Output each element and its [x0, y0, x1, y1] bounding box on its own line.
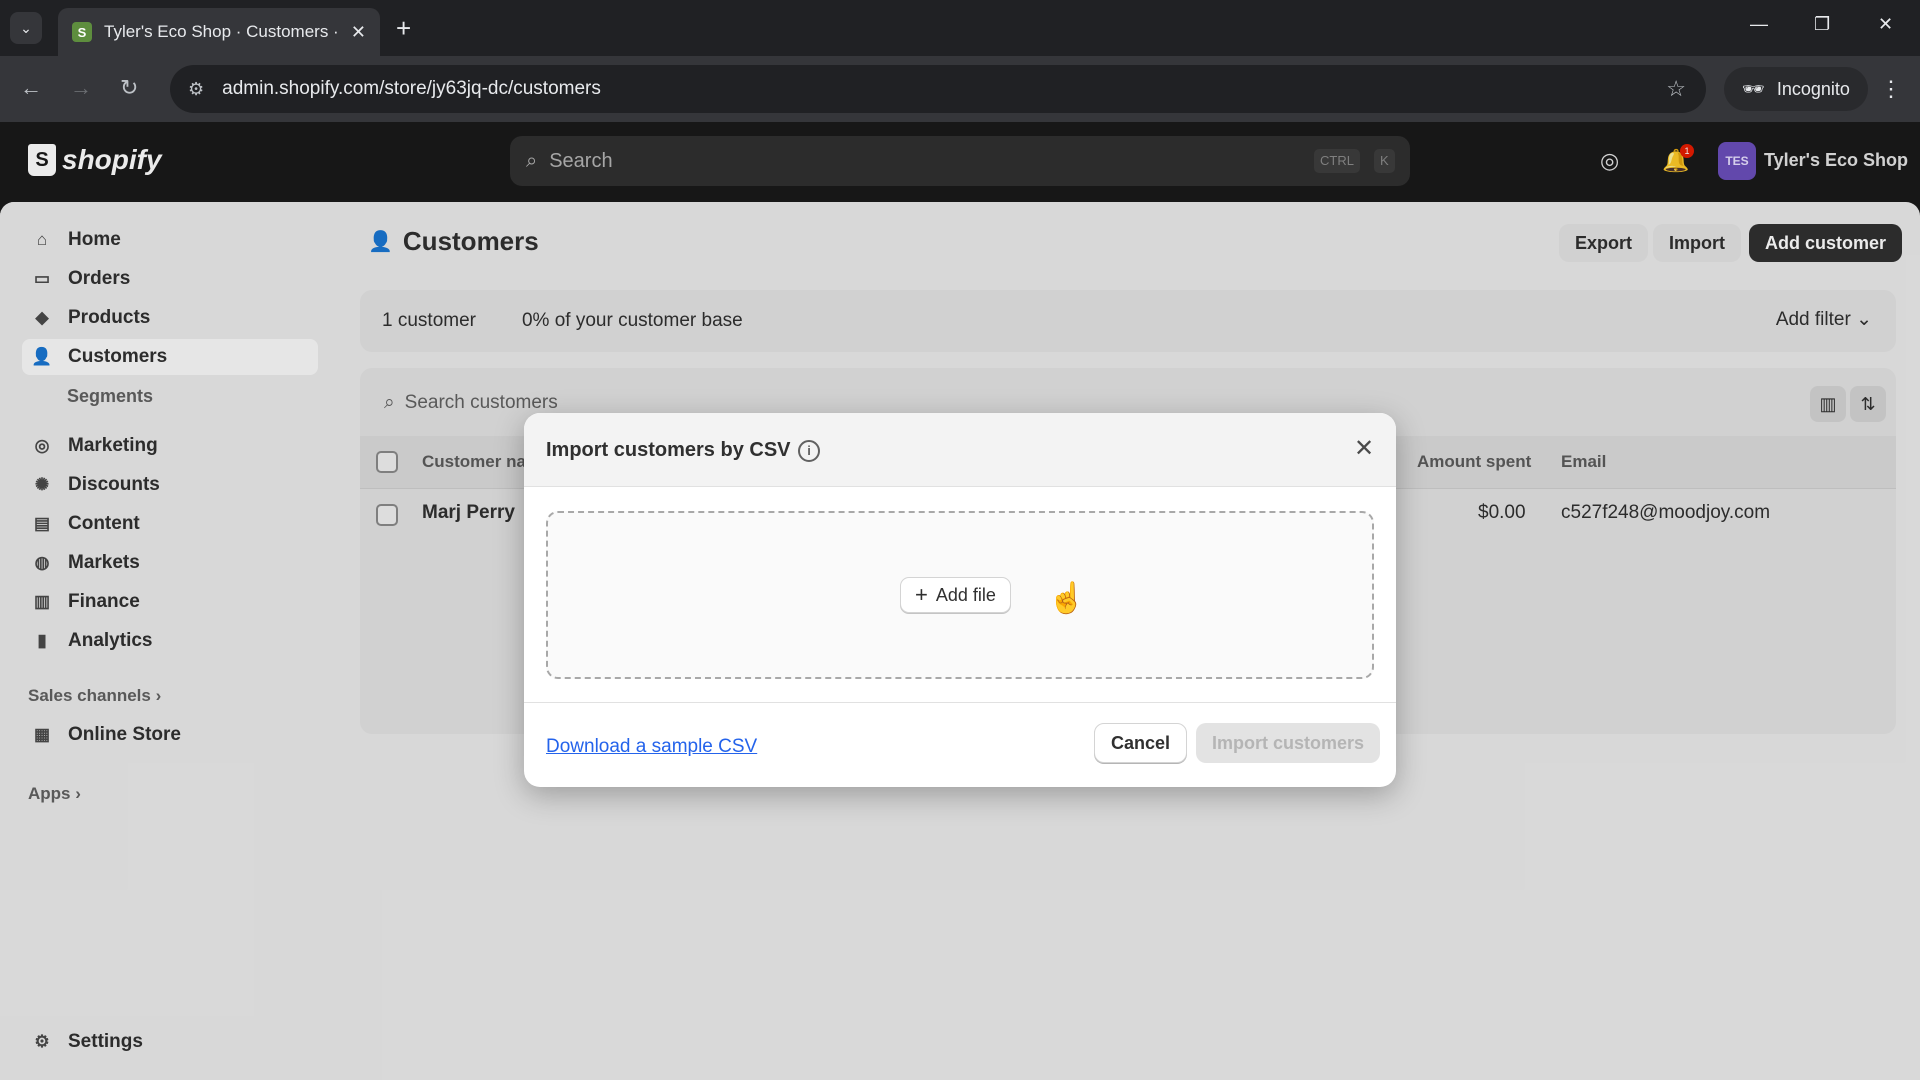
hand-cursor-icon: ☝	[1048, 582, 1086, 615]
site-settings-icon[interactable]: ⚙	[188, 79, 204, 100]
tab-list-button[interactable]: ⌄	[10, 12, 42, 44]
shopify-favicon-icon: S	[72, 22, 92, 42]
modal-header: Import customers by CSV i ✕	[524, 413, 1396, 487]
browser-tab[interactable]: S Tyler's Eco Shop · Customers · S ✕	[58, 8, 380, 56]
add-file-label: Add file	[935, 584, 996, 605]
incognito-badge[interactable]: 🕶 Incognito	[1724, 67, 1868, 111]
browser-tab-title: Tyler's Eco Shop · Customers · S	[104, 22, 343, 41]
minimize-window-icon[interactable]: —	[1750, 14, 1768, 35]
modal-footer: Download a sample CSV Cancel Import cust…	[524, 702, 1396, 787]
restore-window-icon[interactable]: ❐	[1814, 14, 1830, 35]
close-icon[interactable]: ✕	[1348, 433, 1380, 465]
csv-dropzone[interactable]: + Add file ☝	[546, 511, 1374, 679]
download-sample-csv-link[interactable]: Download a sample CSV	[546, 736, 757, 758]
import-customers-modal: Import customers by CSV i ✕ + Add file ☝…	[524, 413, 1396, 787]
add-file-button[interactable]: + Add file	[900, 577, 1011, 613]
incognito-label: Incognito	[1776, 78, 1850, 99]
close-window-icon[interactable]: ✕	[1878, 14, 1893, 35]
browser-tab-bar: ⌄ S Tyler's Eco Shop · Customers · S ✕ +…	[0, 0, 1920, 56]
url-text: admin.shopify.com/store/jy63jq-dc/custom…	[222, 78, 601, 99]
new-tab-button[interactable]: +	[396, 14, 411, 42]
forward-icon[interactable]: →	[70, 76, 92, 100]
bookmark-star-icon[interactable]: ☆	[1666, 76, 1686, 102]
cancel-button[interactable]: Cancel	[1094, 723, 1188, 763]
browser-menu-icon[interactable]: ⋮	[1880, 76, 1902, 102]
back-icon[interactable]: ←	[20, 76, 42, 100]
modal-title: Import customers by CSV	[546, 439, 791, 461]
plus-icon: +	[915, 582, 928, 607]
import-customers-button[interactable]: Import customers	[1196, 723, 1381, 763]
info-icon[interactable]: i	[798, 440, 820, 462]
reload-icon[interactable]: ↻	[120, 76, 138, 100]
incognito-icon: 🕶	[1742, 78, 1765, 99]
browser-nav-bar: ← → ↻ ⚙ admin.shopify.com/store/jy63jq-d…	[0, 56, 1920, 122]
close-tab-icon[interactable]: ✕	[351, 22, 366, 43]
address-bar[interactable]: ⚙ admin.shopify.com/store/jy63jq-dc/cust…	[170, 65, 1706, 113]
